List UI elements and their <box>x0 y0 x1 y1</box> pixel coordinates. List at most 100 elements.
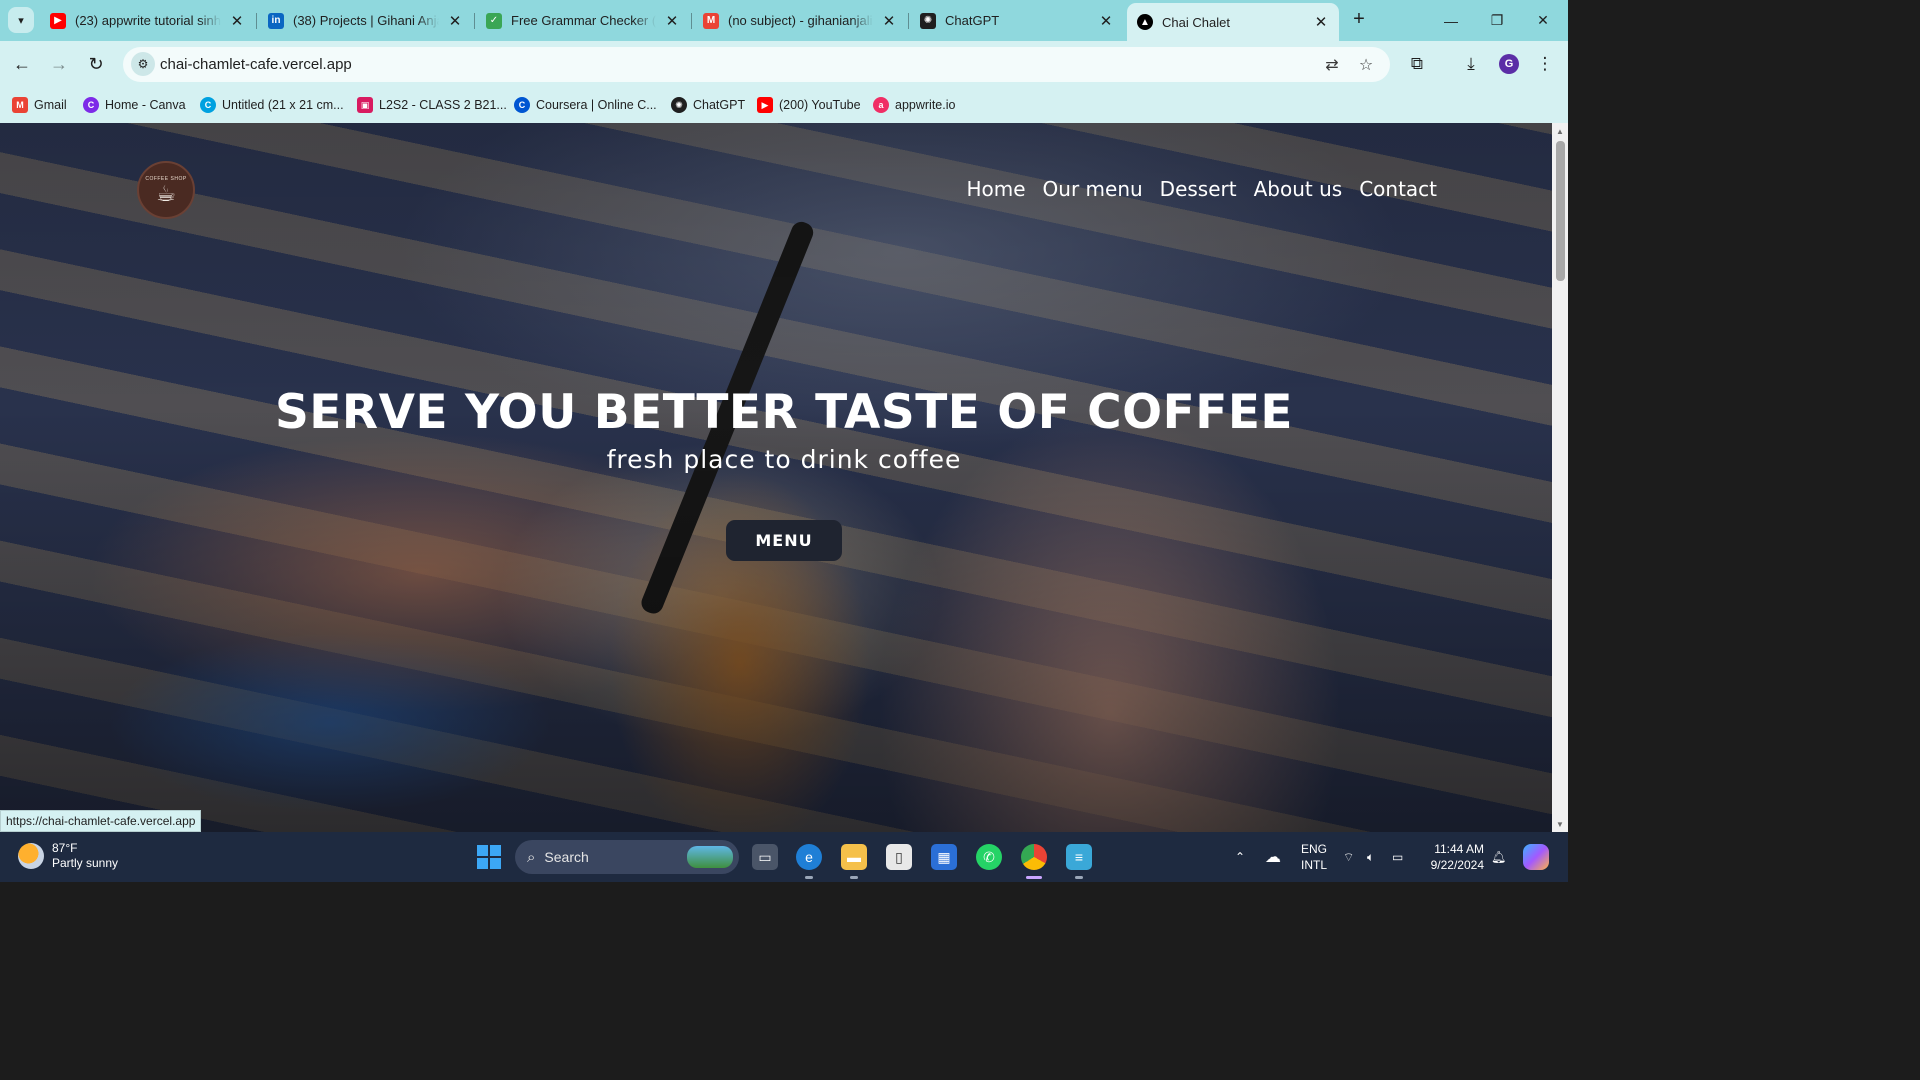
status-bar-url: https://chai-chamlet-cafe.vercel.app <box>0 810 202 832</box>
tab-chai-chalet[interactable]: ▲ Chai Chalet ✕ <box>1127 3 1339 41</box>
tab-search-button[interactable]: ▾ <box>8 7 34 33</box>
tab-title: Free Grammar Checker (no <box>511 13 656 28</box>
taskbar-search[interactable]: ⌕ Search <box>515 840 739 874</box>
microsoft-store-icon[interactable]: ▦ <box>931 844 957 870</box>
site-info-icon[interactable]: ⚙ <box>131 52 155 76</box>
volume-icon[interactable]: 🔈︎ <box>1367 832 1374 882</box>
window-close-button[interactable]: ✕ <box>1520 0 1566 41</box>
tab-strip: ▾ ▶ (23) appwrite tutorial sinhala ✕ in … <box>0 0 1568 41</box>
task-view-icon[interactable]: ▭ <box>752 844 778 870</box>
notepad-file-icon[interactable]: ▯ <box>886 844 912 870</box>
bookmark-canva-untitled[interactable]: C Untitled (21 x 21 cm... <box>200 95 344 115</box>
close-icon[interactable]: ✕ <box>1313 13 1329 31</box>
close-icon[interactable]: ✕ <box>881 12 897 30</box>
notepad-icon[interactable]: ≡ <box>1066 844 1092 870</box>
new-tab-button[interactable]: + <box>1347 8 1371 32</box>
bookmark-chatgpt[interactable]: ✺ ChatGPT <box>671 95 745 115</box>
tab-gmail[interactable]: M (no subject) - gihanianjalik ✕ <box>693 0 907 41</box>
file-explorer-icon[interactable]: ▬ <box>841 844 867 870</box>
appwrite-icon: a <box>873 97 889 113</box>
bookmark-label: Gmail <box>34 98 67 112</box>
bookmark-coursera[interactable]: C Coursera | Online C... <box>514 95 657 115</box>
forward-button[interactable]: → <box>45 50 73 78</box>
restore-icon: ❐ <box>1490 12 1504 28</box>
nav-contact[interactable]: Contact <box>1359 177 1437 201</box>
arrow-right-icon: → <box>50 53 68 74</box>
notification-bell-icon[interactable]: 🔔︎ <box>1491 832 1506 882</box>
system-clock[interactable]: 11:44 AM 9/22/2024 <box>1424 841 1484 873</box>
profile-avatar[interactable]: G <box>1499 54 1519 74</box>
close-icon[interactable]: ✕ <box>229 12 245 30</box>
scroll-down-arrow-icon[interactable]: ▼ <box>1552 816 1568 832</box>
bookmark-gmail[interactable]: M Gmail <box>12 95 67 115</box>
hero-subtitle: fresh place to drink coffee <box>606 445 962 474</box>
tab-grammar-checker[interactable]: ✓ Free Grammar Checker (no ✕ <box>476 0 690 41</box>
tab-youtube-appwrite[interactable]: ▶ (23) appwrite tutorial sinhala ✕ <box>40 0 255 41</box>
battery-icon[interactable]: ▭ <box>1392 832 1403 882</box>
show-hidden-icons-chevron-icon[interactable]: ⌃ <box>1235 832 1245 882</box>
bookmark-youtube[interactable]: ▶ (200) YouTube <box>757 95 861 115</box>
nav-about-us[interactable]: About us <box>1254 177 1343 201</box>
active-indicator <box>1026 876 1042 879</box>
bookmark-appwrite[interactable]: a appwrite.io <box>873 95 955 115</box>
nav-our-menu[interactable]: Our menu <box>1043 177 1143 201</box>
vercel-icon: ▲ <box>1137 14 1153 30</box>
close-icon[interactable]: ✕ <box>447 12 463 30</box>
coffee-shop-logo[interactable]: COFFEE SHOP ☕ <box>137 161 195 219</box>
onedrive-cloud-icon[interactable]: ☁ <box>1265 832 1281 882</box>
back-button[interactable]: ← <box>8 50 36 78</box>
more-menu-icon[interactable]: ⋮ <box>1533 52 1557 76</box>
close-icon[interactable]: ✕ <box>664 12 680 30</box>
main-nav: Home Our menu Dessert About us Contact <box>966 177 1437 201</box>
nav-home[interactable]: Home <box>966 177 1025 201</box>
classroom-icon: ▣ <box>357 97 373 113</box>
translate-icon[interactable]: ⇄ <box>1321 54 1343 76</box>
plus-icon: + <box>1353 8 1365 30</box>
nav-dessert[interactable]: Dessert <box>1160 177 1237 201</box>
language-indicator[interactable]: ENG INTL <box>1300 841 1328 873</box>
copilot-icon[interactable] <box>1523 844 1549 870</box>
page-scrollbar[interactable]: ▲ ▼ <box>1552 123 1568 832</box>
canva-icon: C <box>200 97 216 113</box>
running-indicator <box>805 876 813 879</box>
hero-overlay <box>0 123 1552 832</box>
extensions-icon[interactable]: ⧉ <box>1405 52 1429 76</box>
scroll-up-arrow-icon[interactable]: ▲ <box>1552 123 1568 139</box>
address-url[interactable]: chai-chamlet-cafe.vercel.app <box>160 56 352 73</box>
weather-widget[interactable]: 87°F Partly sunny <box>18 841 118 871</box>
whatsapp-icon[interactable]: ✆ <box>976 844 1002 870</box>
tab-linkedin[interactable]: in (38) Projects | Gihani Anjali ✕ <box>258 0 473 41</box>
tab-title: (23) appwrite tutorial sinhala <box>75 13 221 28</box>
bookmark-label: Coursera | Online C... <box>536 98 657 112</box>
close-icon[interactable]: ✕ <box>1098 12 1114 30</box>
search-highlight-image <box>687 846 733 868</box>
keyboard-layout: INTL <box>1300 858 1327 872</box>
star-icon[interactable]: ☆ <box>1355 54 1377 76</box>
browser-toolbar: ← → ↻ ⚙ chai-chamlet-cafe.vercel.app ⇄ ☆… <box>0 41 1568 87</box>
chatgpt-icon: ✺ <box>920 12 936 29</box>
search-icon: ⌕ <box>527 848 536 866</box>
tab-chatgpt[interactable]: ✺ ChatGPT ✕ <box>910 0 1124 41</box>
grammar-checker-icon: ✓ <box>486 12 502 29</box>
chrome-icon[interactable] <box>1021 844 1047 870</box>
language-code: ENG <box>1300 842 1327 856</box>
windows-taskbar: 87°F Partly sunny ⌕ Search ▭ e ▬ ▯ ▦ ✆ ≡… <box>0 832 1568 882</box>
minimize-button[interactable]: — <box>1428 0 1474 41</box>
clock-time: 11:44 AM <box>1434 842 1484 856</box>
chevron-down-icon: ▾ <box>18 14 24 27</box>
bookmark-label: Untitled (21 x 21 cm... <box>222 98 344 112</box>
wifi-icon[interactable]: ⌔ <box>1343 832 1354 882</box>
reload-button[interactable]: ↻ <box>82 50 110 78</box>
edge-icon[interactable]: e <box>796 844 822 870</box>
windows-start-icon[interactable] <box>477 845 501 869</box>
bookmark-canva-home[interactable]: C Home - Canva <box>83 95 186 115</box>
scroll-thumb[interactable] <box>1556 141 1565 281</box>
restore-button[interactable]: ❐ <box>1474 0 1520 41</box>
bookmark-classroom[interactable]: ▣ L2S2 - CLASS 2 B21... <box>357 95 507 115</box>
address-bar[interactable]: ⚙ chai-chamlet-cafe.vercel.app ⇄ ☆ <box>123 47 1390 82</box>
arrow-left-icon: ← <box>13 53 31 74</box>
menu-button[interactable]: MENU <box>726 520 842 561</box>
coursera-icon: C <box>514 97 530 113</box>
tab-separator <box>691 13 692 29</box>
download-icon[interactable]: ⤓ <box>1459 52 1483 76</box>
